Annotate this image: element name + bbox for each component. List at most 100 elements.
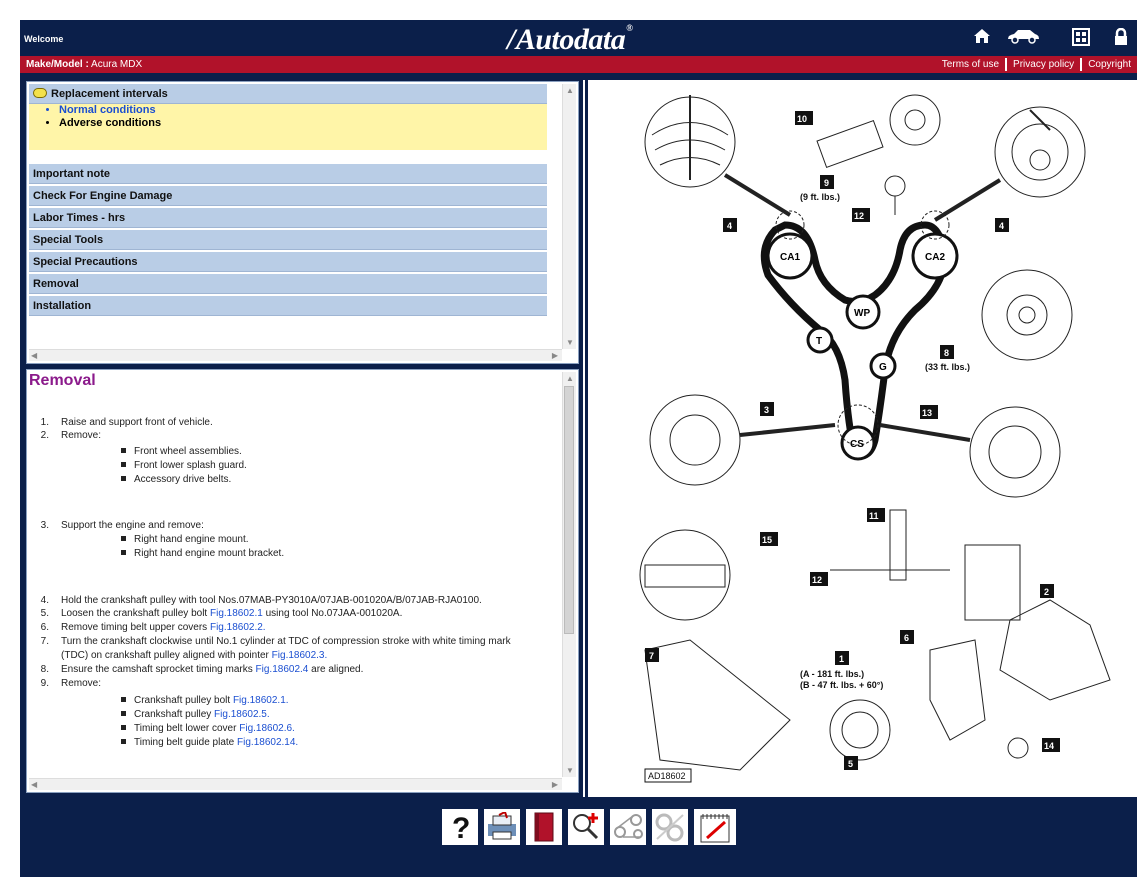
fig-link[interactable]: Fig.18602.5. (214, 709, 270, 720)
fig-link[interactable]: Fig.18602.3. (272, 650, 328, 661)
toc-sub-normal[interactable]: Normal conditions (59, 104, 547, 117)
callout-6: 6 (904, 633, 909, 643)
content-vertical-scrollbar[interactable]: ▲ ▼ (562, 372, 576, 777)
diagram-code: AD18602 (648, 771, 686, 781)
gears-icon[interactable] (651, 808, 689, 846)
scroll-left-icon[interactable]: ◀ (31, 780, 37, 789)
grid-icon[interactable] (1070, 28, 1092, 48)
belt-icon[interactable] (609, 808, 647, 846)
bullet-item: Crankshaft pulley Fig.18602.5. (121, 709, 270, 721)
book-icon[interactable] (525, 808, 563, 846)
step-2: 2. Remove: (40, 430, 102, 441)
timing-belt-diagram: CA1 CA2 WP T G CS 10 9 12 4 4 8 3 13 11 … (590, 80, 1137, 797)
fig-link[interactable]: Fig.18602.4 (256, 664, 309, 675)
callout-11: 11 (869, 511, 879, 521)
torque-1b: (B - 47 ft. lbs. + 60°) (800, 680, 883, 690)
callout-4: 4 (727, 221, 732, 231)
content-title: Removal (29, 372, 96, 389)
bullet-item: Right hand engine mount bracket. (121, 548, 284, 560)
callout-2: 2 (1044, 587, 1049, 597)
torque-8: (33 ft. lbs.) (925, 362, 970, 372)
callout-13: 13 (922, 408, 932, 418)
callout-3: 3 (764, 405, 769, 415)
scroll-right-icon[interactable]: ▶ (552, 351, 558, 360)
scroll-up-icon[interactable]: ▲ (566, 374, 574, 383)
toc-item-replacement-intervals[interactable]: Replacement intervals (29, 84, 547, 104)
left-margin (0, 0, 20, 877)
terms-link[interactable]: Terms of use (936, 59, 1005, 70)
make-model: Make/Model : Acura MDX (26, 59, 143, 70)
zoom-icon[interactable] (567, 808, 605, 846)
bullet-item: Crankshaft pulley bolt Fig.18602.1. (121, 695, 289, 707)
toc-sub-adverse[interactable]: Adverse conditions (59, 117, 547, 130)
label-ca1: CA1 (780, 252, 800, 263)
bullet-item: Front lower splash guard. (121, 460, 247, 472)
step-1: 1. Raise and support front of vehicle. (40, 417, 213, 428)
callout-14: 14 (1044, 741, 1054, 751)
diamond-icon (33, 88, 47, 98)
torque-9: (9 ft. lbs.) (800, 192, 840, 202)
privacy-link[interactable]: Privacy policy (1007, 59, 1080, 70)
scroll-down-icon[interactable]: ▼ (566, 338, 574, 347)
toc-panel: Replacement intervals Normal conditions … (26, 81, 579, 364)
fig-link[interactable]: Fig.18602.1 (210, 608, 263, 619)
notepad-icon[interactable] (693, 808, 737, 846)
fig-link[interactable]: Fig.18602.1. (233, 695, 289, 706)
nav-strip (20, 73, 1137, 80)
step-7: 7. Turn the crankshaft clockwise until No… (40, 636, 511, 647)
callout-4b: 4 (999, 221, 1004, 231)
footer-links: Terms of use Privacy policy Copyright (936, 56, 1137, 73)
callout-15: 15 (762, 535, 772, 545)
label-cs: CS (850, 439, 864, 450)
toc-horizontal-scrollbar[interactable]: ◀ ▶ (29, 349, 562, 361)
toc-item-removal[interactable]: Removal (29, 274, 547, 294)
step-5: 5. Loosen the crankshaft pulley bolt Fig.… (40, 608, 403, 619)
welcome-text: Welcome (24, 34, 64, 44)
label-wp: WP (854, 308, 870, 319)
callout-10: 10 (797, 114, 807, 124)
step-4: 4. Hold the crankshaft pulley with tool N… (40, 595, 482, 606)
bullet-item: Front wheel assemblies. (121, 446, 242, 458)
callout-12b: 12 (812, 575, 822, 585)
autodata-logo: /Autodata® (507, 23, 633, 56)
fig-link[interactable]: Fig.18602.14. (237, 737, 298, 748)
car-icon[interactable] (1005, 28, 1041, 48)
callout-1: 1 (839, 654, 844, 664)
step-7-cont: (TDC) on crankshaft pulley aligned with … (61, 650, 328, 661)
scroll-thumb[interactable] (564, 386, 574, 634)
bullet-item: Right hand engine mount. (121, 534, 249, 546)
content-horizontal-scrollbar[interactable]: ◀ ▶ (29, 778, 562, 790)
toc-item-check-damage[interactable]: Check For Engine Damage (29, 186, 547, 206)
content-panel: Removal 1. Raise and support front of veh… (26, 369, 579, 793)
top-header: Welcome /Autodata® (20, 20, 1137, 56)
toc-item-important-note[interactable]: Important note (29, 164, 547, 184)
make-model-bar: Make/Model : Acura MDX Terms of use Priva… (20, 56, 1137, 73)
callout-9: 9 (824, 178, 829, 188)
step-8: 8. Ensure the camshaft sprocket timing ma… (40, 664, 364, 675)
toc-vertical-scrollbar[interactable]: ▲ ▼ (562, 84, 576, 349)
callout-7: 7 (649, 651, 654, 661)
home-icon[interactable] (971, 28, 993, 48)
scroll-right-icon[interactable]: ▶ (552, 780, 558, 789)
toc-item-labor-times[interactable]: Labor Times - hrs (29, 208, 547, 228)
toc-submenu: Normal conditions Adverse conditions (29, 104, 547, 150)
scroll-left-icon[interactable]: ◀ (31, 351, 37, 360)
toc-item-special-precautions[interactable]: Special Precautions (29, 252, 547, 272)
help-icon[interactable]: ? (441, 808, 479, 846)
callout-8: 8 (944, 348, 949, 358)
lock-icon[interactable] (1110, 27, 1132, 48)
toc-item-installation[interactable]: Installation (29, 296, 547, 316)
scroll-down-icon[interactable]: ▼ (566, 766, 574, 775)
callout-12: 12 (854, 211, 864, 221)
scroll-up-icon[interactable]: ▲ (566, 86, 574, 95)
copyright-link[interactable]: Copyright (1082, 59, 1137, 70)
step-3: 3. Support the engine and remove: (40, 520, 204, 531)
bullet-item: Accessory drive belts. (121, 474, 231, 486)
step-6: 6. Remove timing belt upper covers Fig.18… (40, 622, 266, 633)
print-icon[interactable] (483, 808, 521, 846)
fig-link[interactable]: Fig.18602.6. (239, 723, 295, 734)
toc-item-special-tools[interactable]: Special Tools (29, 230, 547, 250)
panel-divider (585, 80, 588, 797)
label-t: T (816, 336, 822, 347)
fig-link[interactable]: Fig.18602.2. (210, 622, 266, 633)
